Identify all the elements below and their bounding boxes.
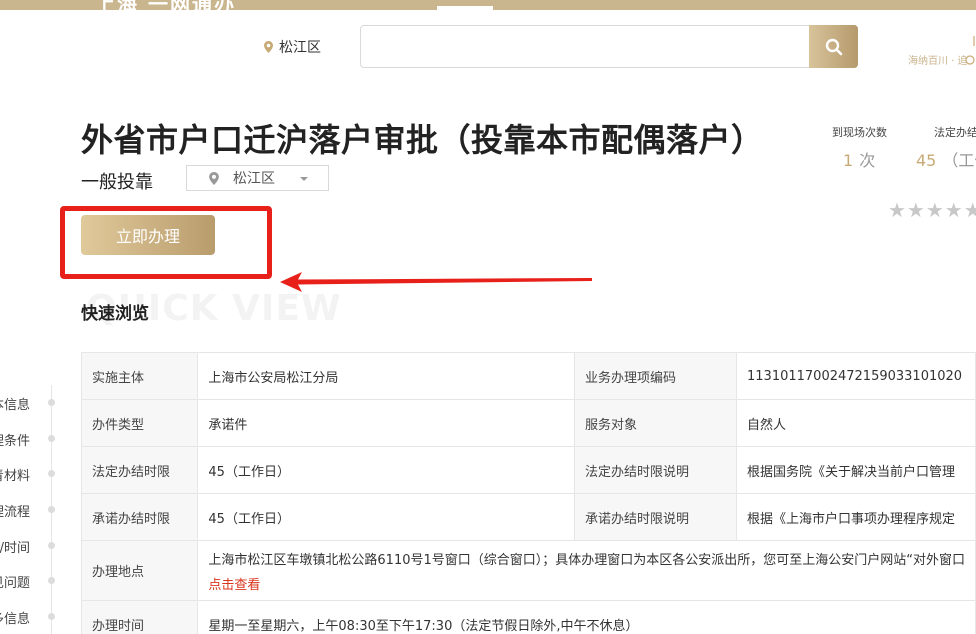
table-label-cell: 办理地点: [80, 540, 199, 601]
location-label: 松江区: [279, 40, 321, 56]
table-label-cell: 承诺办结时限: [80, 493, 199, 541]
side-nav-item[interactable]: /时间: [0, 537, 56, 557]
side-nav-item[interactable]: 见问题: [0, 572, 56, 592]
side-nav-item[interactable]: 理条件: [0, 430, 56, 450]
table-label-cell: 办件类型: [80, 399, 199, 447]
page-title: 外省市户口迁沪落户审批（投靠本市配偶落户）: [81, 121, 764, 159]
side-nav-item[interactable]: 青材料: [0, 465, 56, 485]
table-value-cell: 根据国务院《关于解决当前户口管理: [736, 446, 976, 494]
table-label-cell: 法定办结时限说明: [574, 446, 737, 494]
nav-dot-icon: [48, 613, 55, 620]
quick-view-title: 快速浏览: [81, 304, 149, 324]
nav-dot-icon: [48, 435, 55, 442]
service-info-table: 实施主体 上海市公安局松江分局 业务办理项编码 1131011700247215…: [80, 352, 976, 634]
table-label-cell: 服务对象: [574, 399, 737, 447]
table-row: 办件类型 承诺件 服务对象 自然人: [80, 399, 976, 447]
search-button[interactable]: [809, 25, 858, 68]
table-value-cell: 星期一至星期六，上午08:30至下午17:30（法定节假日除外,中午不休息）: [197, 600, 976, 634]
table-value-cell: 11310117002472159033101020: [736, 352, 976, 400]
visit-count-value: 1次: [843, 151, 876, 170]
table-label-cell: 法定办结时限: [80, 446, 199, 494]
legal-limit-label: 法定办结: [934, 126, 976, 139]
active-nav-indicator: [437, 6, 493, 10]
table-value-cell: 根据《上海市户口事项办理程序规定: [736, 493, 976, 541]
table-value-cell: 45（工作日）: [197, 493, 576, 541]
table-value-cell: 45（工作日）: [197, 446, 576, 494]
location-pin-icon: [264, 41, 273, 53]
side-navigation: 本信息 理条件 青材料 理流程 /时间 见问题 多信息: [0, 385, 60, 634]
slogan-mark-icon: [965, 36, 975, 65]
table-label-cell: 业务办理项编码: [574, 352, 737, 400]
side-nav-item[interactable]: 多信息: [0, 608, 56, 628]
nav-dot-icon: [48, 542, 55, 549]
table-value-cell: 上海市公安局松江分局: [197, 352, 576, 400]
table-label-cell: 办理时间: [80, 600, 199, 634]
search-input[interactable]: [360, 25, 858, 68]
service-subtype: 一般投靠: [81, 172, 153, 193]
site-logo[interactable]: 上海 一网通办: [95, 0, 236, 10]
table-label-cell: 承诺办结时限说明: [574, 493, 737, 541]
view-details-link[interactable]: 点击查看: [208, 574, 965, 593]
district-dropdown[interactable]: 松江区: [186, 165, 329, 191]
side-nav-item[interactable]: 本信息: [0, 394, 56, 414]
nav-dot-icon: [48, 399, 55, 406]
location-selector[interactable]: 松江区: [264, 37, 321, 57]
apply-now-button[interactable]: 立即办理: [81, 215, 215, 255]
table-value-cell: 承诺件: [197, 399, 576, 447]
nav-dot-icon: [48, 506, 55, 513]
visit-count-label: 到现场次数: [832, 126, 887, 139]
table-label-cell: 实施主体: [80, 352, 199, 400]
table-value-cell: 上海市松江区车墩镇北松公路6110号1号窗口（综合窗口）；具体办理窗口为本区各公…: [197, 540, 976, 601]
nav-dot-icon: [48, 577, 55, 584]
chevron-down-icon: [300, 177, 308, 181]
search-icon: [825, 38, 842, 55]
table-row: 实施主体 上海市公安局松江分局 业务办理项编码 1131011700247215…: [80, 352, 976, 400]
district-value: 松江区: [233, 171, 275, 187]
table-row: 承诺办结时限 45（工作日） 承诺办结时限说明 根据《上海市户口事项办理程序规定: [80, 493, 976, 541]
legal-limit-value: 45（工作: [916, 151, 976, 170]
table-value-cell: 自然人: [736, 399, 976, 447]
location-text: 上海市松江区车墩镇北松公路6110号1号窗口（综合窗口）；具体办理窗口为本区各公…: [208, 552, 965, 568]
location-pin-icon: [209, 171, 219, 185]
table-row: 法定办结时限 45（工作日） 法定办结时限说明 根据国务院《关于解决当前户口管理: [80, 446, 976, 494]
nav-dot-icon: [48, 470, 55, 477]
rating-stars: ★★★★★: [888, 198, 976, 222]
table-row: 办理时间 星期一至星期六，上午08:30至下午17:30（法定节假日除外,中午不…: [80, 600, 976, 634]
table-row: 办理地点 上海市松江区车墩镇北松公路6110号1号窗口（综合窗口）；具体办理窗口…: [80, 540, 976, 601]
top-nav-bar: 上海 一网通办: [0, 0, 976, 10]
side-nav-item[interactable]: 理流程: [0, 501, 56, 521]
